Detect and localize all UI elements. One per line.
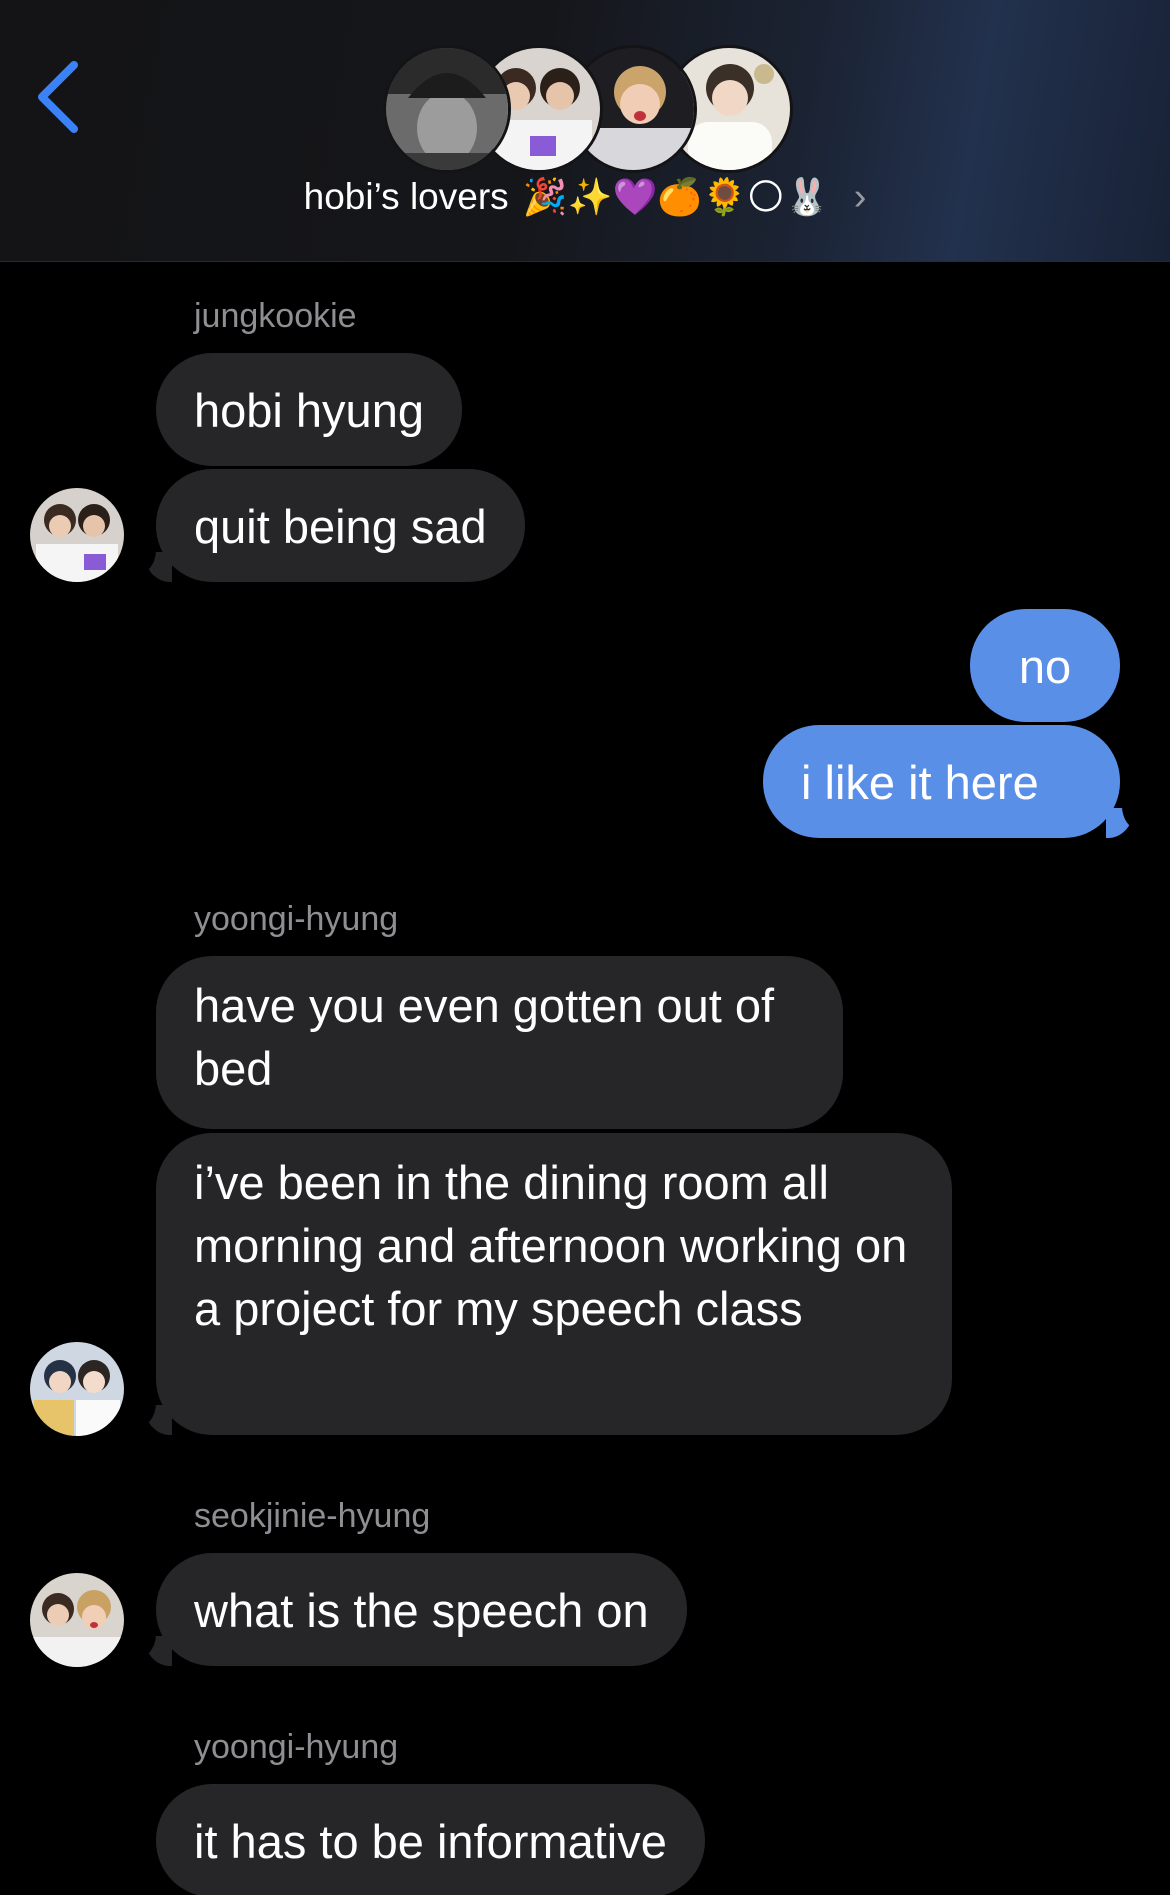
bubble-tail [126, 1399, 172, 1435]
sender-name: yoongi-hyung [194, 1728, 399, 1766]
bubble-tail [126, 1630, 172, 1666]
message-bubble-outgoing[interactable]: no [970, 609, 1120, 722]
messages-screen: hobi’s lovers 🎉✨💜🍊🌻🌕🐰 › jungkookie hobi … [0, 0, 1170, 1895]
conversation-header: hobi’s lovers 🎉✨💜🍊🌻🌕🐰 › [0, 0, 1170, 262]
sender-name: yoongi-hyung [194, 900, 399, 938]
group-name-button[interactable]: hobi’s lovers 🎉✨💜🍊🌻🌕🐰 › [0, 176, 1170, 219]
group-avatar-stack[interactable] [383, 45, 793, 173]
group-name: hobi’s lovers [303, 176, 509, 217]
group-emojis: 🎉✨💜🍊🌻🌕🐰 [522, 177, 830, 218]
sender-name: jungkookie [194, 297, 357, 335]
message-bubble-incoming[interactable]: hobi hyung [156, 353, 462, 466]
avatar[interactable] [30, 1573, 124, 1667]
bubble-tail [126, 546, 172, 582]
message-bubble-incoming[interactable]: it has to be informative [156, 1784, 705, 1895]
message-bubble-outgoing[interactable]: i like it here [763, 725, 1120, 838]
member-avatar [383, 45, 511, 173]
bubble-tail [1106, 802, 1152, 838]
chevron-right-icon: › [853, 176, 867, 218]
chevron-left-icon [38, 61, 78, 133]
avatar[interactable] [30, 1342, 124, 1436]
sender-name: seokjinie-hyung [194, 1497, 431, 1535]
message-bubble-incoming[interactable]: have you even gotten out of bed [156, 956, 843, 1129]
message-bubble-incoming[interactable]: quit being sad [156, 469, 525, 582]
message-bubble-incoming[interactable]: what is the speech on [156, 1553, 687, 1666]
avatar[interactable] [30, 488, 124, 582]
back-button[interactable] [30, 55, 90, 139]
message-bubble-incoming[interactable]: i’ve been in the dining room all morning… [156, 1133, 952, 1435]
